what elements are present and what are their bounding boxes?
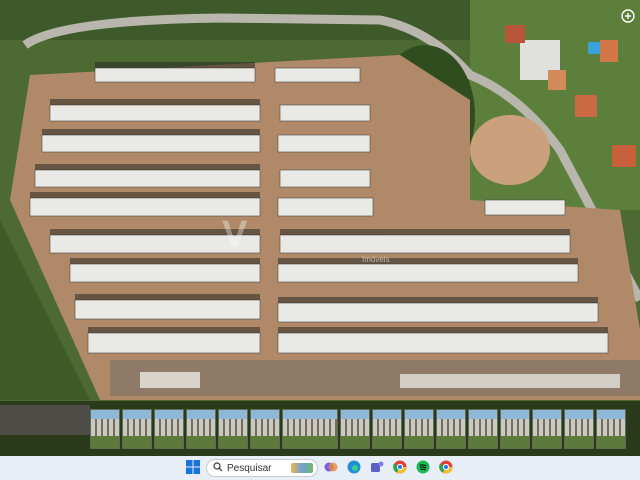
edge-icon[interactable] <box>347 460 361 474</box>
thumbnail[interactable] <box>186 408 216 449</box>
thumbnail[interactable] <box>154 408 184 449</box>
zoom-in-icon[interactable] <box>620 8 636 24</box>
chrome-icon[interactable] <box>393 460 407 474</box>
thumbnail[interactable] <box>404 408 434 449</box>
watermark-text: Imóveis <box>362 255 390 264</box>
aerial-photo <box>0 0 640 456</box>
taskbar-search-box[interactable]: Pesquisar <box>206 459 318 477</box>
windows-start-icon[interactable] <box>186 460 200 474</box>
teams-icon[interactable] <box>370 460 384 474</box>
chrome-profile-icon[interactable] <box>439 460 453 474</box>
thumbnail[interactable] <box>500 408 530 449</box>
spotify-icon[interactable] <box>416 460 430 474</box>
thumbnail[interactable] <box>372 408 402 449</box>
thumbnail[interactable] <box>436 408 466 449</box>
thumbnail[interactable] <box>532 408 562 449</box>
thumbnail[interactable] <box>596 408 626 449</box>
search-icon <box>213 459 223 477</box>
search-label: Pesquisar <box>227 462 272 474</box>
thumbnail[interactable] <box>218 408 248 449</box>
search-highlight-icon <box>291 463 313 473</box>
taskbar <box>0 456 640 480</box>
thumbnail[interactable] <box>468 408 498 449</box>
thumbnail[interactable] <box>564 408 594 449</box>
thumbnail[interactable] <box>90 408 120 449</box>
thumbnail[interactable] <box>340 408 370 449</box>
thumbnail[interactable] <box>250 408 280 449</box>
copilot-icon[interactable] <box>324 460 338 474</box>
thumbnail[interactable] <box>282 408 338 449</box>
thumbnail[interactable] <box>122 408 152 449</box>
image-viewer: V Imóveis <box>0 0 640 456</box>
watermark-logo: V <box>222 214 247 256</box>
thumbnail-strip <box>0 401 640 456</box>
